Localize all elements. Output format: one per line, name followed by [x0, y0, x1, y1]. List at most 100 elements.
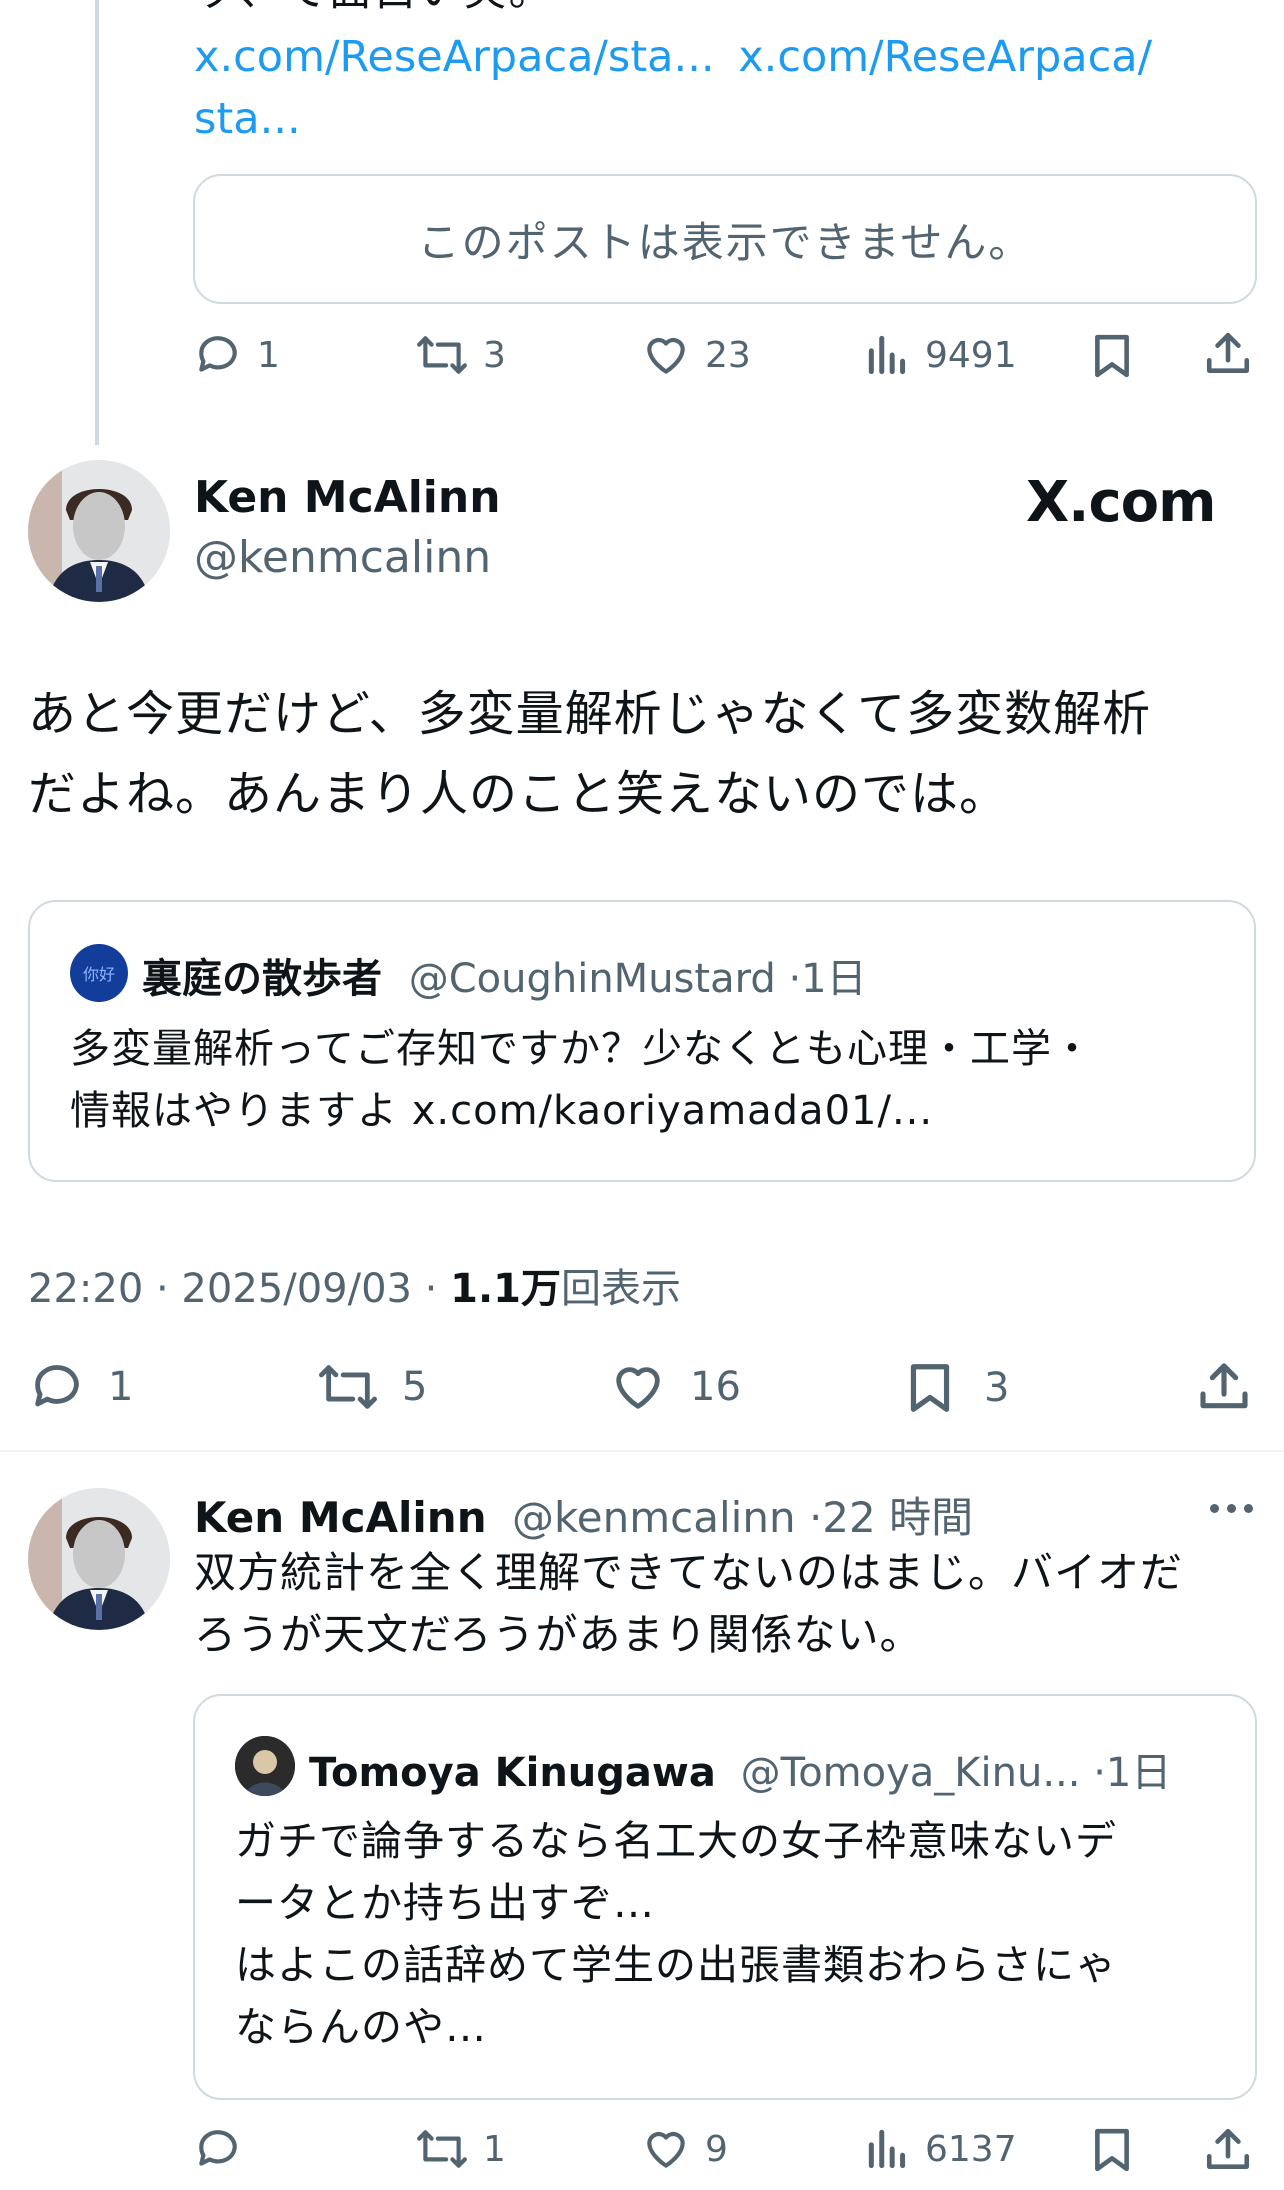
quoted-post-card[interactable]: 你好 裏庭の散歩者 @CoughinMustard ·1日 多変量解析ってご存知… — [28, 900, 1256, 1182]
heart-icon — [647, 337, 685, 374]
repost-icon — [417, 2130, 467, 2168]
main-post-actions: 1 5 16 3 — [28, 1358, 1258, 1422]
link-1[interactable]: x.com/ReseArpaca/sta... — [194, 32, 715, 82]
avatar-image — [28, 460, 170, 602]
repost-button[interactable]: 1 — [415, 2124, 506, 2174]
bookmark-button[interactable] — [1089, 2124, 1135, 2176]
reply-author-handle[interactable]: @kenmcalinn — [512, 1493, 796, 1542]
quote-text: 多変量解析ってご存知ですか？少なくとも心理・工学・ 情報はやりますよ x.com… — [70, 1018, 1230, 1142]
more-options-icon[interactable] — [1210, 1504, 1253, 1513]
quote-avatar[interactable]: 你好 — [70, 944, 128, 1002]
avatar-image — [28, 1488, 170, 1630]
like-button[interactable]: 9 — [641, 2124, 728, 2174]
bookmark-icon — [1095, 2128, 1129, 2172]
post-text: あと今更だけど、多変量解析じゃなくて多変数解析 だよね。あんまり人のこと笑えない… — [28, 674, 1268, 834]
quote-text-line-3: はよこの話辞めて学生の出張書類おわらさにゃ — [235, 1941, 1117, 1989]
link-3[interactable]: sta... — [194, 88, 301, 150]
share-icon — [1206, 332, 1250, 373]
quote-text-line-2: 情報はやりますよ x.com/kaoriyamada01/... — [70, 1088, 934, 1134]
share-button[interactable] — [1203, 2124, 1253, 2176]
share-button[interactable] — [1203, 328, 1253, 380]
reply-icon — [35, 1365, 79, 1407]
post-text-partial: ッ、て面白い笑。 — [194, 0, 554, 22]
repost-icon — [318, 1365, 377, 1409]
quote-text-line-1: 多変量解析ってご存知ですか？少なくとも心理・工学・ — [70, 1026, 1093, 1072]
heart-icon — [647, 2131, 685, 2168]
quote-text-line-4: ならんのや… — [235, 2003, 487, 2051]
post-text-line-1: あと今更だけど、多変量解析じゃなくて多変数解析 — [28, 686, 1152, 742]
repost-icon — [417, 336, 467, 374]
repost-count: 1 — [483, 2128, 506, 2170]
post-timestamp[interactable]: 22:20 · 2025/09/03 · — [28, 1266, 450, 1312]
reply-button[interactable]: 1 — [193, 330, 280, 380]
x-logo: X.com — [1026, 470, 1216, 535]
quote-text-line-1: ガチで論争するなら名工大の女子枠意味ないデ — [235, 1817, 1117, 1865]
reply-button[interactable]: 1 — [28, 1358, 133, 1416]
views-button[interactable]: 6137 — [865, 2124, 1017, 2174]
bookmark-button[interactable] — [1089, 330, 1135, 382]
quote-time: ·1日 — [1093, 1750, 1172, 1796]
bookmark-icon — [1095, 334, 1129, 378]
quote-author-handle[interactable]: @Tomoya_Kinu... — [741, 1750, 1081, 1796]
reply-post-actions: 1 9 6137 — [193, 2124, 1265, 2188]
views-button[interactable]: 9491 — [865, 330, 1017, 380]
like-count: 23 — [705, 334, 751, 376]
like-button[interactable]: 16 — [608, 1358, 741, 1416]
repost-count: 5 — [402, 1364, 428, 1410]
quote-header: Tomoya Kinugawa @Tomoya_Kinu... ·1日 — [309, 1740, 1171, 1798]
avatar[interactable] — [28, 460, 170, 602]
reply-text-line-2: ろうが天文だろうがあまり関係ない。 — [194, 1610, 923, 1659]
reply-author-name[interactable]: Ken McAlinn — [194, 1493, 487, 1542]
reply-avatar[interactable] — [28, 1488, 170, 1630]
quoted-post-card[interactable]: Tomoya Kinugawa @Tomoya_Kinu... ·1日 ガチで論… — [193, 1694, 1257, 2100]
quote-text-line-2: ータとか持ち出すぞ… — [235, 1879, 655, 1927]
reply-count: 1 — [257, 334, 280, 376]
repost-button[interactable]: 5 — [316, 1358, 427, 1416]
heart-icon — [616, 1367, 660, 1409]
quote-text: ガチで論争するなら名工大の女子枠意味ないデ ータとか持ち出すぞ… はよこの話辞め… — [235, 1810, 1235, 2058]
quote-time: ·1日 — [788, 956, 867, 1002]
like-count: 16 — [690, 1364, 741, 1410]
views-count: 9491 — [925, 334, 1017, 376]
author-handle[interactable]: @kenmcalinn — [194, 532, 491, 583]
reply-text: 双方統計を全く理解できてないのはまじ。バイオだ ろうが天文だろうがあまり関係ない… — [194, 1542, 1264, 1666]
reply-icon — [199, 2130, 237, 2166]
quote-header: 裏庭の散歩者 @CoughinMustard ·1日 — [142, 946, 867, 1004]
bookmark-button[interactable]: 3 — [904, 1358, 1009, 1418]
post-meta: 22:20 · 2025/09/03 · 1.1万回表示 — [28, 1256, 681, 1314]
quote-author-name[interactable]: 裏庭の散歩者 — [142, 956, 382, 1002]
unavailable-post-card: このポストは表示できません。 — [193, 174, 1257, 304]
repost-button[interactable]: 3 — [415, 330, 506, 380]
unavailable-post-text: このポストは表示できません。 — [417, 217, 1033, 267]
share-icon — [1200, 1363, 1248, 1409]
reply-icon — [199, 336, 237, 372]
post-link[interactable]: x.com/ReseArpaca/sta... x.com/ReseArpaca… — [194, 26, 1152, 88]
views-label: 回表示 — [560, 1266, 681, 1312]
thread-line — [95, 0, 99, 445]
share-button[interactable] — [1196, 1358, 1252, 1416]
divider — [0, 1450, 1284, 1452]
like-count: 9 — [705, 2128, 728, 2170]
bookmark-icon — [910, 1364, 950, 1412]
like-button[interactable]: 23 — [641, 330, 751, 380]
avatar-image — [235, 1736, 295, 1796]
reply-count: 1 — [108, 1364, 134, 1410]
bookmark-count: 3 — [984, 1365, 1010, 1411]
views-number: 1.1万 — [450, 1266, 561, 1312]
quote-author-name[interactable]: Tomoya Kinugawa — [309, 1750, 716, 1796]
repost-count: 3 — [483, 334, 506, 376]
author-name[interactable]: Ken McAlinn — [194, 472, 501, 523]
reply-time: ·22 時間 — [808, 1493, 974, 1542]
reply-button[interactable] — [193, 2124, 257, 2174]
reply-header: Ken McAlinn @kenmcalinn ·22 時間 — [194, 1484, 973, 1545]
views-chart-icon — [868, 2129, 906, 2169]
post-text-line-2: だよね。あんまり人のこと笑えないのでは。 — [28, 766, 1009, 822]
quote-author-handle[interactable]: @CoughinMustard — [409, 956, 776, 1002]
reply-text-line-1: 双方統計を全く理解できてないのはまじ。バイオだ — [194, 1548, 1184, 1597]
share-icon — [1206, 2128, 1250, 2169]
top-post-actions: 1 3 23 9491 — [193, 326, 1265, 390]
views-count: 6137 — [925, 2128, 1017, 2170]
link-2[interactable]: x.com/ReseArpaca/ — [738, 32, 1152, 82]
views-chart-icon — [868, 335, 906, 375]
quote-avatar[interactable] — [235, 1736, 295, 1796]
